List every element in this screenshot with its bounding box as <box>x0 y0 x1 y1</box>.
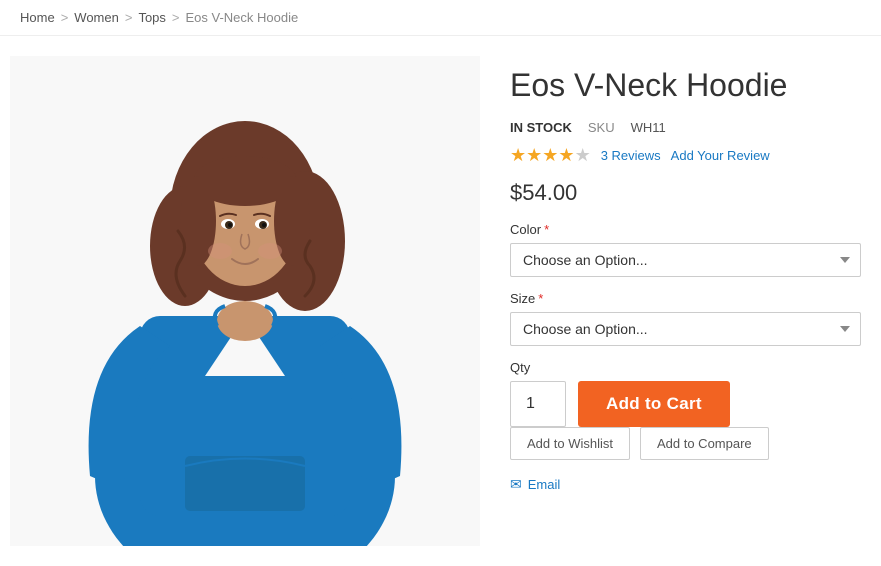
availability-badge: IN STOCK <box>510 120 572 135</box>
star-4: ★ <box>558 145 574 166</box>
product-meta: IN STOCK SKU WH11 <box>510 120 861 135</box>
add-review-link[interactable]: Add Your Review <box>671 148 770 163</box>
email-label: Email <box>528 477 561 492</box>
breadcrumb-sep-3: > <box>172 10 180 25</box>
star-rating: ★ ★ ★ ★ ★ <box>510 145 591 166</box>
qty-cart-inner: Add to Cart <box>510 381 861 427</box>
size-required-star: * <box>538 291 543 306</box>
star-1: ★ <box>510 145 526 166</box>
add-compare-button[interactable]: Add to Compare <box>640 427 769 460</box>
add-to-cart-button[interactable]: Add to Cart <box>578 381 730 427</box>
breadcrumb-current: Eos V-Neck Hoodie <box>186 10 299 25</box>
size-select[interactable]: Choose an Option... XS S M L XL <box>510 312 861 346</box>
breadcrumb-sep-2: > <box>125 10 133 25</box>
qty-input[interactable] <box>510 381 566 427</box>
qty-label: Qty <box>510 360 861 375</box>
secondary-actions: Add to Wishlist Add to Compare <box>510 427 861 460</box>
color-required-star: * <box>544 222 549 237</box>
email-icon: ✉ <box>510 476 522 493</box>
star-3: ★ <box>542 145 558 166</box>
breadcrumb-tops[interactable]: Tops <box>138 10 165 25</box>
qty-cart-wrapper: Qty Add to Cart <box>510 360 861 427</box>
star-5: ★ <box>575 145 591 166</box>
sku-value: WH11 <box>631 120 666 135</box>
reviews-count-link[interactable]: 3 Reviews <box>601 148 661 163</box>
color-option-group: Color* Choose an Option... Blue Red Blac… <box>510 222 861 277</box>
breadcrumb: Home > Women > Tops > Eos V-Neck Hoodie <box>0 0 881 36</box>
product-image-svg <box>10 56 480 546</box>
product-price: $54.00 <box>510 180 861 206</box>
product-page: Eos V-Neck Hoodie IN STOCK SKU WH11 ★ ★ … <box>0 36 881 566</box>
color-label: Color* <box>510 222 861 237</box>
breadcrumb-sep-1: > <box>61 10 69 25</box>
sku-label: SKU <box>588 120 615 135</box>
size-label: Size* <box>510 291 861 306</box>
size-option-group: Size* Choose an Option... XS S M L XL <box>510 291 861 346</box>
breadcrumb-women[interactable]: Women <box>74 10 119 25</box>
star-2: ★ <box>526 145 542 166</box>
color-select[interactable]: Choose an Option... Blue Red Black White <box>510 243 861 277</box>
add-to-wishlist-button[interactable]: Add to Wishlist <box>510 427 630 460</box>
product-reviews: ★ ★ ★ ★ ★ 3 Reviews Add Your Review <box>510 145 861 166</box>
product-image-column <box>10 56 480 546</box>
product-details-column: Eos V-Neck Hoodie IN STOCK SKU WH11 ★ ★ … <box>480 56 861 546</box>
product-image <box>10 56 480 546</box>
product-title: Eos V-Neck Hoodie <box>510 66 861 104</box>
email-link[interactable]: ✉ Email <box>510 476 861 493</box>
breadcrumb-home[interactable]: Home <box>20 10 55 25</box>
